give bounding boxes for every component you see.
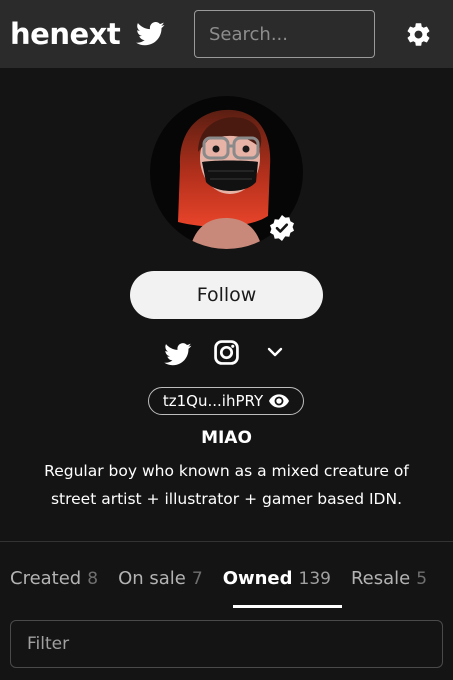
tab-created[interactable]: Created 8 — [10, 568, 98, 596]
profile-bio: Regular boy who known as a mixed creatur… — [44, 462, 409, 508]
tab-count: 5 — [416, 569, 428, 589]
tab-owned[interactable]: Owned 139 — [223, 568, 331, 596]
twitter-icon[interactable] — [136, 21, 165, 47]
tab-resale[interactable]: Resale 5 — [351, 568, 427, 596]
tab-count: 139 — [298, 569, 331, 589]
eye-icon — [269, 394, 290, 408]
profile-tabs: Created 8 On sale 7 Owned 139 Resale 5 — [10, 568, 427, 596]
section-divider — [0, 541, 453, 542]
tab-label: On sale — [118, 568, 186, 589]
twitter-icon[interactable] — [164, 343, 192, 366]
profile-avatar-container — [150, 96, 303, 249]
tab-label: Owned — [222, 568, 293, 589]
gear-icon[interactable] — [405, 21, 432, 48]
tab-count: 8 — [87, 569, 99, 589]
tab-count: 7 — [191, 569, 203, 589]
top-navigation-bar: henext — [0, 0, 453, 68]
instagram-icon[interactable] — [214, 340, 239, 365]
tab-on-sale[interactable]: On sale 7 — [118, 568, 203, 596]
wallet-address-pill[interactable]: tz1Qu...ihPRY — [148, 387, 304, 415]
active-tab-indicator — [233, 605, 342, 608]
verified-badge-icon — [270, 215, 294, 241]
tab-label: Resale — [350, 568, 411, 589]
profile-name: MIAO — [201, 428, 252, 448]
wallet-address: tz1Qu...ihPRY — [162, 392, 264, 410]
site-logo[interactable]: henext — [10, 14, 121, 54]
search-input[interactable] — [194, 10, 375, 58]
follow-button[interactable]: Follow — [130, 271, 323, 319]
filter-input[interactable] — [10, 620, 443, 668]
tab-label: Created — [10, 568, 82, 589]
chevron-down-icon[interactable] — [266, 345, 284, 359]
